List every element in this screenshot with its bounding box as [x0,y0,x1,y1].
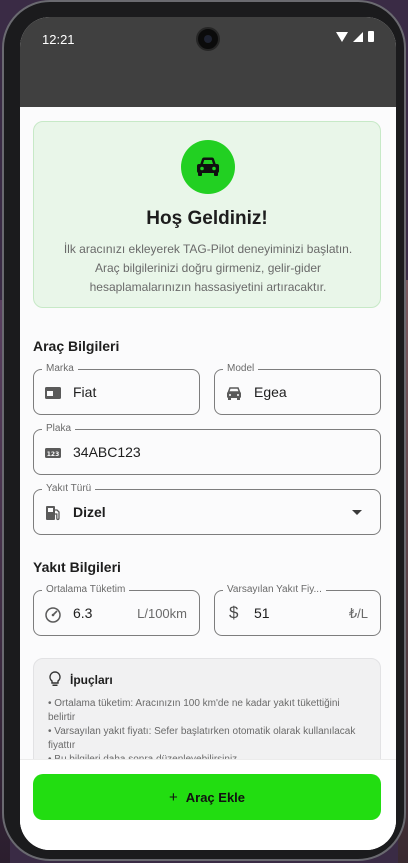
phone-frame: 12:21 Hoş Geldiniz! İlk aracınızı ekleye… [2,0,406,861]
model-label: Model [223,363,259,375]
fuel-price-unit: ₺/L [348,606,368,621]
fuel-type-select[interactable]: Yakıt Türü Dizel [33,483,381,535]
status-time: 12:21 [42,32,75,47]
add-vehicle-label: Araç Ekle [185,789,246,805]
status-bar: 12:21 [20,17,396,107]
brand-label: Marka [42,363,78,375]
battery-icon [368,31,374,42]
fuel-section-title: Yakıt Bilgileri [33,559,121,575]
wifi-icon [336,31,348,42]
bottom-action-bar: + Araç Ekle [20,759,396,850]
consumption-unit: L/100km [137,606,187,621]
vehicle-section-title: Araç Bilgileri [33,338,120,354]
svg-text:123: 123 [47,451,60,458]
welcome-card: Hoş Geldiniz! İlk aracınızı ekleyerek TA… [33,121,381,308]
model-value: Egea [254,384,287,400]
fuel-price-label: Varsayılan Yakıt Fiy... [223,584,326,596]
brand-field[interactable]: Marka Fiat [33,363,200,415]
tip-consumption: • Ortalama tüketim: Aracınızın 100 km'de… [48,698,340,723]
fuel-price-value: 51 [254,605,270,621]
car-icon [181,140,235,194]
tip-fuel-price: • Varsayılan yakıt fiyatı: Sefer başlatı… [48,726,356,751]
screen: 12:21 Hoş Geldiniz! İlk aracınızı ekleye… [20,17,396,850]
consumption-label: Ortalama Tüketim [42,584,130,596]
plate-field[interactable]: Plaka 123 34ABC123 [33,423,381,475]
welcome-text: İlk aracınızı ekleyerek TAG-Pilot deneyi… [63,242,353,294]
tips-body: • Ortalama tüketim: Aracınızın 100 km'de… [48,697,368,767]
plus-icon: + [168,788,178,806]
speedometer-icon [44,605,62,623]
consumption-field[interactable]: Ortalama Tüketim 6.3 L/100km [33,584,200,636]
consumption-value: 6.3 [73,605,93,621]
model-field[interactable]: Model Egea [214,363,381,415]
front-camera [196,27,220,51]
dollar-icon: $ [229,603,239,622]
signal-icon [353,31,363,42]
fuel-pump-icon [44,504,62,522]
welcome-title: Hoş Geldiniz! [146,208,268,229]
brand-value: Fiat [73,384,97,400]
plate-label: Plaka [42,423,76,435]
plate-123-icon: 123 [44,444,62,462]
add-vehicle-button[interactable]: + Araç Ekle [33,774,381,820]
fuel-type-label: Yakıt Türü [42,483,96,495]
car-small-icon [225,384,243,402]
fuel-type-value: Dizel [73,504,106,520]
tips-title: İpuçları [70,673,113,687]
status-icons [336,31,374,42]
dropdown-arrow-icon [352,510,362,515]
main-content: Hoş Geldiniz! İlk aracınızı ekleyerek TA… [20,107,396,850]
lightbulb-icon [48,671,62,692]
card-icon [44,384,62,402]
fuel-price-field[interactable]: Varsayılan Yakıt Fiy... $ 51 ₺/L [214,584,381,636]
plate-value: 34ABC123 [73,444,141,460]
